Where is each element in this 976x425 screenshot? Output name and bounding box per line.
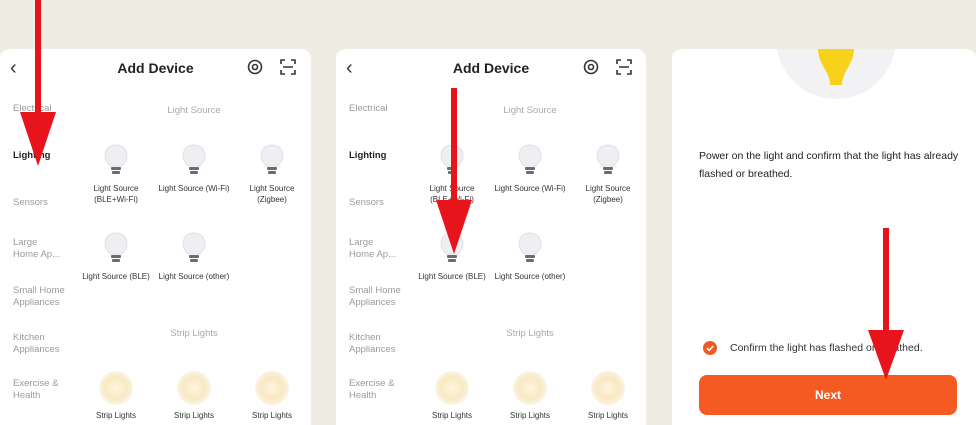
bulb-icon <box>596 144 620 174</box>
category-sensors[interactable]: Sensors <box>13 197 83 209</box>
strip-light-icon <box>177 371 211 405</box>
scan-icon[interactable] <box>616 59 632 75</box>
category-sensors[interactable]: Sensors <box>349 197 419 209</box>
confirm-light-screen: Power on the light and confirm that the … <box>672 49 976 425</box>
bulb-illustration-circle <box>776 49 896 99</box>
bulb-icon <box>182 144 206 174</box>
device-light-source-zigbee[interactable]: Light Source (Zigbee) <box>571 143 645 205</box>
bulb-icon <box>104 144 128 174</box>
at-symbol-icon[interactable] <box>247 59 263 75</box>
category-kitchen-appliances[interactable]: Kitchen Appliances <box>13 332 69 356</box>
header: ‹ Add Device <box>336 49 646 87</box>
strip-light-icon <box>435 371 469 405</box>
device-strip-lights[interactable]: Strip Lights <box>493 371 567 420</box>
check-circle-icon[interactable] <box>703 341 717 355</box>
device-light-source-ble[interactable]: Light Source (BLE) <box>79 231 153 282</box>
strip-light-icon <box>99 371 133 405</box>
strip-light-icon <box>513 371 547 405</box>
strip-light-icon <box>591 371 625 405</box>
category-kitchen-appliances[interactable]: Kitchen Appliances <box>349 332 405 356</box>
device-strip-lights[interactable]: Strip Lights <box>79 371 153 420</box>
instruction-text: Power on the light and confirm that the … <box>699 150 959 180</box>
device-light-source-other[interactable]: Light Source (other) <box>157 231 231 282</box>
category-large-home-appliances[interactable]: Large Home Ap... <box>13 237 61 261</box>
category-large-home-appliances[interactable]: Large Home Ap... <box>349 237 397 261</box>
category-exercise-health[interactable]: Exercise & Health <box>13 378 59 402</box>
down-arrow-annotation <box>20 0 56 166</box>
down-arrow-annotation <box>436 88 472 254</box>
device-strip-lights[interactable]: Strip Lights <box>415 371 489 420</box>
category-lighting[interactable]: Lighting <box>349 150 419 162</box>
add-device-screen-2: ‹ Add Device Electrical Lighting Sensors… <box>336 49 646 425</box>
bulb-icon <box>104 232 128 262</box>
category-electrical[interactable]: Electrical <box>349 103 419 115</box>
device-light-source-ble-wifi[interactable]: Light Source (BLE+Wi-Fi) <box>79 143 153 205</box>
bulb-icon <box>518 144 542 174</box>
page-title: Add Device <box>452 60 530 76</box>
device-light-source-wifi[interactable]: Light Source (Wi-Fi) <box>157 143 231 194</box>
section-strip-lights: Strip Lights <box>506 328 554 339</box>
scan-icon[interactable] <box>280 59 296 75</box>
bulb-icon <box>260 144 284 174</box>
section-light-source: Light Source <box>503 105 557 116</box>
down-arrow-annotation <box>868 228 904 380</box>
device-light-source-other[interactable]: Light Source (other) <box>493 231 567 282</box>
bulb-icon <box>182 232 206 262</box>
device-strip-lights[interactable]: Strip Lights <box>157 371 231 420</box>
device-strip-lights[interactable]: Strip Lights <box>235 371 309 420</box>
bulb-icon <box>518 232 542 262</box>
section-strip-lights: Strip Lights <box>170 328 218 339</box>
category-small-home-appliances[interactable]: Small Home Appliances <box>13 285 75 309</box>
category-exercise-health[interactable]: Exercise & Health <box>349 378 395 402</box>
next-button[interactable]: Next <box>699 375 957 415</box>
yellow-bulb-icon <box>818 49 854 85</box>
device-light-source-zigbee[interactable]: Light Source (Zigbee) <box>235 143 309 205</box>
section-light-source: Light Source <box>167 105 221 116</box>
category-small-home-appliances[interactable]: Small Home Appliances <box>349 285 411 309</box>
strip-light-icon <box>255 371 289 405</box>
at-symbol-icon[interactable] <box>583 59 599 75</box>
device-light-source-wifi[interactable]: Light Source (Wi-Fi) <box>493 143 567 194</box>
device-strip-lights[interactable]: Strip Lights <box>571 371 645 420</box>
